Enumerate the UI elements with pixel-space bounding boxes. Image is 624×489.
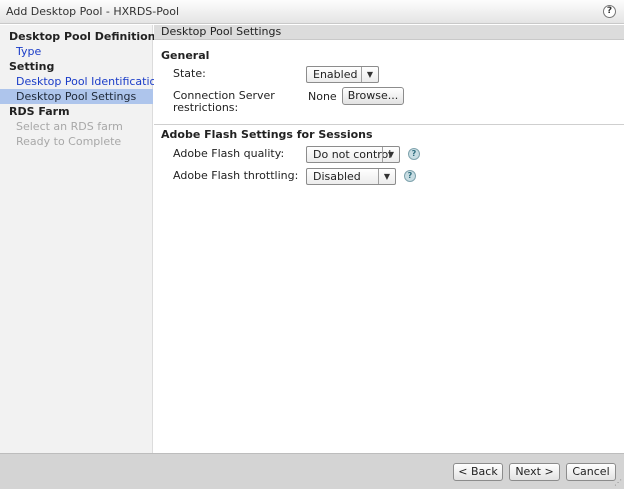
flash-throttling-select-value: Disabled bbox=[313, 170, 361, 183]
wizard-sidebar: Desktop Pool Definition Type Setting Des… bbox=[0, 25, 163, 453]
panel-header: Desktop Pool Settings bbox=[154, 25, 624, 40]
dropdown-arrow-icon: ▼ bbox=[378, 169, 395, 184]
info-question-icon[interactable]: ? bbox=[404, 170, 416, 182]
step-ready-to-complete: Ready to Complete bbox=[16, 135, 122, 148]
flash-throttling-label: Adobe Flash throttling: bbox=[173, 169, 299, 182]
state-select-value: Enabled bbox=[313, 68, 358, 81]
step-type[interactable]: Type bbox=[0, 44, 153, 59]
help-icon[interactable]: ? bbox=[603, 5, 616, 18]
dropdown-arrow-icon: ▼ bbox=[361, 67, 378, 82]
back-button[interactable]: < Back bbox=[453, 463, 503, 481]
step-desktop-pool-settings[interactable]: Desktop Pool Settings bbox=[0, 89, 153, 104]
dropdown-arrow-icon: ▼ bbox=[382, 147, 399, 162]
wizard-footer: < Back Next > Cancel ⋰ bbox=[0, 453, 624, 489]
flash-quality-label: Adobe Flash quality: bbox=[173, 147, 285, 160]
state-label: State: bbox=[173, 67, 206, 80]
state-select[interactable]: Enabled ▼ bbox=[306, 66, 379, 83]
connection-server-label-line2: restrictions: bbox=[173, 101, 239, 114]
section-desktop-pool-definition: Desktop Pool Definition bbox=[9, 30, 156, 43]
next-button[interactable]: Next > bbox=[509, 463, 560, 481]
section-rds-farm: RDS Farm bbox=[9, 105, 70, 118]
step-select-rds-farm: Select an RDS farm bbox=[16, 120, 123, 133]
general-section-title: General bbox=[161, 49, 210, 62]
section-divider bbox=[154, 124, 624, 125]
flash-section-title: Adobe Flash Settings for Sessions bbox=[161, 128, 373, 141]
cancel-button[interactable]: Cancel bbox=[566, 463, 616, 481]
resize-grip-icon[interactable]: ⋰ bbox=[614, 479, 622, 487]
connection-server-value: None bbox=[308, 90, 337, 103]
step-desktop-pool-identification[interactable]: Desktop Pool Identification bbox=[0, 74, 163, 89]
title-bar: Add Desktop Pool - HXRDS-Pool ? bbox=[0, 0, 624, 24]
section-setting: Setting bbox=[9, 60, 55, 73]
browse-button[interactable]: Browse... bbox=[342, 87, 404, 105]
window-title: Add Desktop Pool - HXRDS-Pool bbox=[6, 5, 180, 18]
info-question-icon[interactable]: ? bbox=[408, 148, 420, 160]
flash-quality-select[interactable]: Do not control ▼ bbox=[306, 146, 400, 163]
flash-quality-select-value: Do not control bbox=[313, 148, 392, 161]
flash-throttling-select[interactable]: Disabled ▼ bbox=[306, 168, 396, 185]
settings-panel: Desktop Pool Settings General State: Ena… bbox=[154, 25, 624, 453]
